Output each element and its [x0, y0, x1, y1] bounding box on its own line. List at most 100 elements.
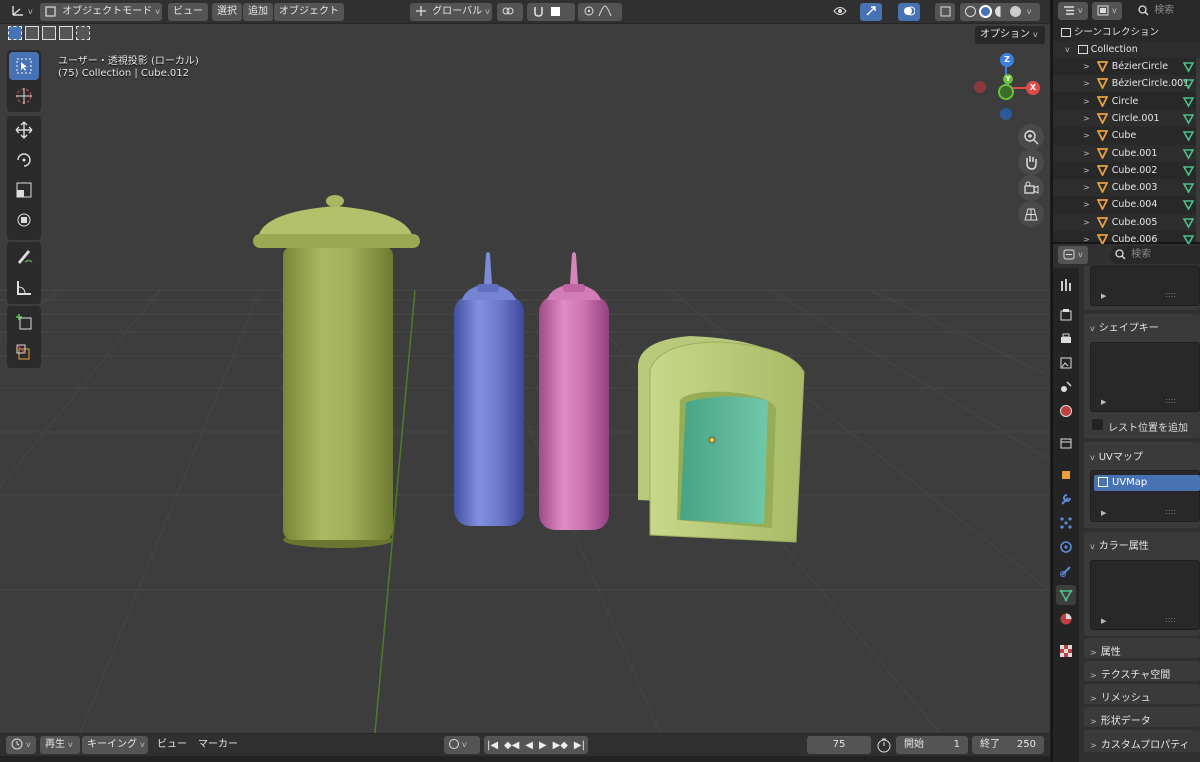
expand-chevron-icon[interactable]: >: [1083, 183, 1090, 192]
xray-toggle[interactable]: [935, 3, 955, 21]
output-tab[interactable]: [1056, 329, 1076, 349]
gizmo-axis-neg-z[interactable]: [1000, 108, 1012, 120]
outliner-object-row[interactable]: > Circle: [1053, 93, 1200, 110]
3d-viewport[interactable]: v オブジェクトモードv ビュー 選択 追加 オブジェクト グローバルv v: [0, 0, 1050, 733]
outliner-object-row[interactable]: > Cube.005: [1053, 213, 1200, 231]
jump-end-icon[interactable]: ▶|: [574, 740, 585, 751]
keying-dropdown[interactable]: キーイング v: [82, 736, 148, 754]
custom-properties-header[interactable]: > カスタムプロパティ: [1090, 736, 1190, 751]
visibility-dropdown[interactable]: [828, 3, 856, 21]
timeline-view-menu[interactable]: ビュー: [152, 736, 192, 754]
annotate-tool[interactable]: [9, 242, 39, 270]
list-expand-icon[interactable]: ▶: [1101, 292, 1106, 300]
outliner-object-row[interactable]: > Cube.003: [1053, 179, 1200, 197]
outliner-object-row[interactable]: > Cube.001: [1053, 144, 1200, 162]
wireframe-shading-icon[interactable]: [965, 5, 976, 17]
outliner-search[interactable]: 検索: [1133, 2, 1200, 20]
shading-modes[interactable]: v: [960, 3, 1040, 21]
display-mode-dropdown[interactable]: v: [1092, 2, 1122, 20]
ortho-toggle-button[interactable]: [1018, 201, 1044, 227]
shape-keys-list[interactable]: [1090, 342, 1200, 412]
add-cube-tool[interactable]: [9, 308, 39, 336]
shape-data-header[interactable]: > 形状データ: [1090, 712, 1151, 727]
gizmo-axis-neg-x[interactable]: [974, 81, 986, 93]
gizmo-axis-y[interactable]: Y: [1003, 74, 1013, 84]
view-layer-tab[interactable]: [1056, 353, 1076, 373]
color-attributes-header[interactable]: v カラー属性: [1090, 537, 1149, 552]
list-resize-handle-icon[interactable]: ::::: [1165, 290, 1176, 299]
playback-dropdown[interactable]: 再生 v: [40, 736, 80, 754]
world-tab[interactable]: [1056, 401, 1076, 421]
physics-tab[interactable]: [1056, 537, 1076, 557]
list-expand-icon[interactable]: ▶: [1101, 398, 1106, 406]
modifier-tab[interactable]: [1056, 489, 1076, 509]
expand-chevron-icon[interactable]: >: [1083, 97, 1090, 106]
expand-chevron-icon[interactable]: >: [1083, 149, 1090, 158]
jump-start-icon[interactable]: |◀: [487, 740, 498, 751]
zoom-view-button[interactable]: [1018, 124, 1044, 150]
menu-object[interactable]: オブジェクト: [274, 3, 344, 21]
constraints-tab[interactable]: [1056, 561, 1076, 581]
select-subtract-icon[interactable]: [42, 26, 56, 40]
editor-type-button[interactable]: v: [6, 3, 36, 21]
expand-chevron-icon[interactable]: >: [1083, 218, 1090, 227]
transform-origin-tool[interactable]: [9, 338, 39, 366]
expand-chevron-icon[interactable]: >: [1083, 200, 1090, 209]
remesh-header[interactable]: > リメッシュ: [1090, 689, 1151, 704]
collection-row[interactable]: v Collection: [1053, 41, 1200, 58]
menu-select[interactable]: 選択: [212, 3, 242, 21]
list-resize-handle-icon[interactable]: ::::: [1165, 507, 1176, 516]
marker-menu[interactable]: マーカー: [193, 736, 243, 754]
auto-key-toggle[interactable]: v: [444, 736, 480, 754]
outliner-object-row[interactable]: > Cube.004: [1053, 196, 1200, 213]
timeline-ruler[interactable]: [0, 756, 1050, 762]
gizmo-toggle[interactable]: [860, 3, 882, 21]
texture-space-header[interactable]: > テクスチャ空間: [1090, 666, 1170, 681]
outliner-object-row[interactable]: > BézierCircle.001: [1053, 75, 1200, 93]
shape-keys-header[interactable]: v シェイプキー: [1090, 319, 1159, 334]
rendered-shading-icon[interactable]: [1009, 5, 1021, 17]
outliner-object-row[interactable]: > Cube: [1053, 127, 1200, 144]
timeline-editor-type[interactable]: v: [6, 736, 36, 754]
outliner-editor-type[interactable]: v: [1058, 2, 1088, 20]
rest-position-checkbox[interactable]: [1092, 419, 1103, 430]
outliner-scrollbar[interactable]: [1196, 58, 1200, 242]
select-new-icon[interactable]: [8, 26, 22, 40]
list-resize-handle-icon[interactable]: ::::: [1165, 396, 1176, 405]
pan-view-button[interactable]: [1018, 149, 1044, 175]
pivot-dropdown[interactable]: [497, 3, 523, 21]
stopwatch-icon[interactable]: [876, 737, 892, 753]
attributes-header[interactable]: > 属性: [1090, 643, 1121, 658]
material-shading-icon[interactable]: [995, 5, 1007, 17]
snap-dropdown[interactable]: [527, 3, 575, 21]
texture-tab[interactable]: [1056, 641, 1076, 661]
select-extend-icon[interactable]: [25, 26, 39, 40]
collection-tab[interactable]: [1056, 433, 1076, 453]
render-tab[interactable]: [1056, 305, 1076, 325]
list-expand-icon[interactable]: ▶: [1101, 509, 1106, 517]
move-tool[interactable]: [9, 116, 39, 144]
menu-view[interactable]: ビュー: [168, 3, 208, 21]
expand-chevron-icon[interactable]: >: [1083, 62, 1090, 71]
properties-search[interactable]: 検索: [1110, 246, 1200, 264]
expand-chevron-icon[interactable]: v: [1065, 45, 1070, 54]
particles-tab[interactable]: [1056, 513, 1076, 533]
transform-orientation-dropdown[interactable]: グローバル v: [410, 3, 492, 21]
material-tab[interactable]: [1056, 609, 1076, 629]
outliner-object-row[interactable]: > BézierCircle: [1053, 58, 1200, 75]
select-intersect-icon[interactable]: [76, 26, 90, 40]
scene-tab[interactable]: [1056, 377, 1076, 397]
play-reverse-icon[interactable]: ◀: [525, 740, 533, 751]
play-icon[interactable]: ▶: [539, 740, 547, 751]
menu-add[interactable]: 追加: [243, 3, 273, 21]
scene-collection-row[interactable]: シーンコレクション: [1053, 24, 1200, 41]
color-attributes-list[interactable]: [1090, 560, 1200, 630]
uv-maps-header[interactable]: v UVマップ: [1090, 448, 1143, 463]
expand-chevron-icon[interactable]: >: [1083, 131, 1090, 140]
list-expand-icon[interactable]: ▶: [1101, 617, 1106, 625]
expand-chevron-icon[interactable]: >: [1083, 79, 1090, 88]
end-frame-field[interactable]: 終了 250: [972, 736, 1044, 754]
cursor-tool[interactable]: [9, 82, 39, 110]
measure-tool[interactable]: [9, 274, 39, 302]
tool-tab[interactable]: [1056, 275, 1076, 295]
